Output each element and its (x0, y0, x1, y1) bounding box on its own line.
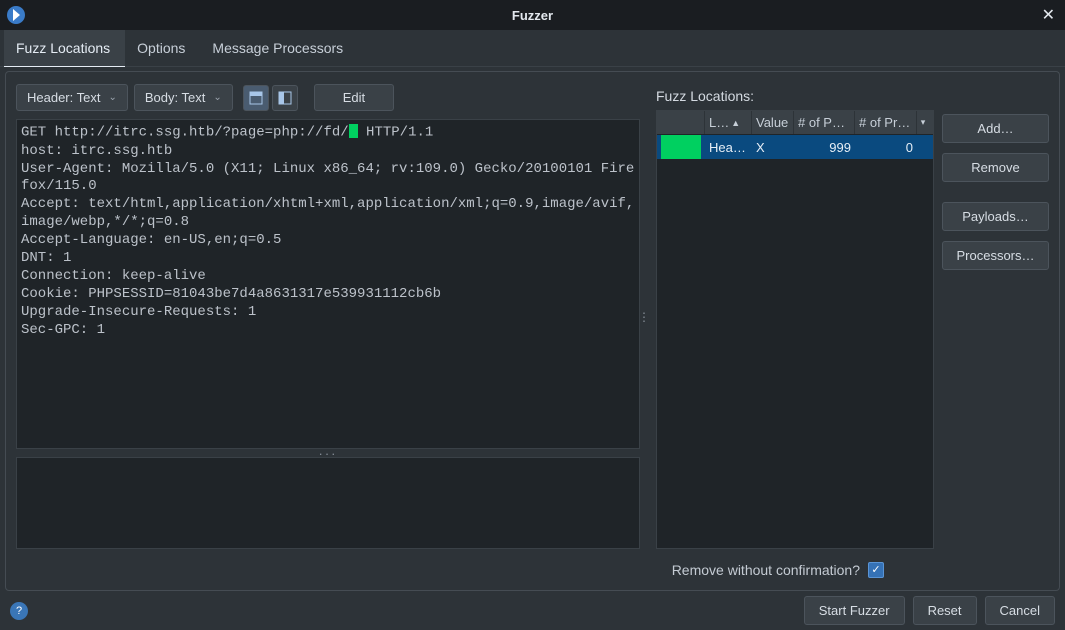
body-view-dropdown[interactable]: Body: Text ⌄ (134, 84, 233, 111)
tab-message-processors[interactable]: Message Processors (200, 30, 358, 66)
titlebar: Fuzzer ✕ (0, 0, 1065, 30)
col-processors[interactable]: # of Pr… (855, 111, 917, 134)
window-title: Fuzzer (0, 8, 1065, 23)
footer: ? Start Fuzzer Reset Cancel (0, 591, 1065, 630)
tab-bar: Fuzz Locations Options Message Processor… (0, 30, 1065, 67)
col-value[interactable]: Value (752, 111, 794, 134)
add-button[interactable]: Add… (942, 114, 1049, 143)
tab-options[interactable]: Options (125, 30, 200, 66)
remove-without-confirmation-row: Remove without confirmation? ✓ (672, 562, 884, 578)
request-after: HTTP/1.1 host: itrc.ssg.htb User-Agent: … (21, 125, 634, 338)
layout-toggle-group (243, 85, 298, 111)
request-textarea[interactable]: GET http://itrc.ssg.htb/?page=php://fd/ … (16, 119, 640, 449)
chevron-down-icon: ⌄ (213, 92, 221, 103)
row-loc: Hea… (705, 135, 752, 159)
left-panel: Header: Text ⌄ Body: Text ⌄ (16, 84, 640, 549)
chevron-down-icon: ⌄ (108, 92, 116, 103)
checkbox-row-wrap: Remove without confirmation? ✓ (5, 549, 1060, 591)
row-procs: 0 (855, 135, 917, 159)
table-menu-icon[interactable]: ▾ (917, 111, 929, 134)
fuzz-locations-column: Fuzz Locations: L… ▲ Value # of P… # of … (656, 84, 934, 549)
left-toolbar: Header: Text ⌄ Body: Text ⌄ (16, 84, 640, 111)
row-value: X (752, 135, 794, 159)
right-panel: Fuzz Locations: L… ▲ Value # of P… # of … (644, 84, 1049, 549)
cancel-button[interactable]: Cancel (985, 596, 1055, 625)
table-header: L… ▲ Value # of P… # of Pr… ▾ (657, 111, 933, 135)
remove-button[interactable]: Remove (942, 153, 1049, 182)
remove-without-confirmation-label: Remove without confirmation? (672, 562, 860, 578)
payloads-button[interactable]: Payloads… (942, 202, 1049, 231)
side-buttons: Add… Remove Payloads… Processors… (934, 84, 1049, 549)
table-row[interactable]: Hea… X 999 0 (657, 135, 933, 159)
request-before: GET http://itrc.ssg.htb/?page=php://fd/ (21, 125, 349, 141)
processors-button[interactable]: Processors… (942, 241, 1049, 270)
help-icon[interactable]: ? (10, 602, 28, 620)
start-fuzzer-button[interactable]: Start Fuzzer (804, 596, 905, 625)
col-color[interactable] (657, 111, 705, 134)
col-location[interactable]: L… ▲ (705, 111, 752, 134)
fuzz-locations-table[interactable]: L… ▲ Value # of P… # of Pr… ▾ Hea… X 999… (656, 110, 934, 549)
response-textarea[interactable] (16, 457, 640, 549)
fuzz-locations-label: Fuzz Locations: (656, 84, 934, 104)
header-view-label: Header: Text (27, 90, 100, 105)
horizontal-splitter[interactable] (16, 449, 640, 457)
main-panel: Header: Text ⌄ Body: Text ⌄ (5, 71, 1060, 549)
layout-vertical-button[interactable] (272, 85, 298, 111)
footer-buttons: Start Fuzzer Reset Cancel (804, 596, 1055, 625)
reset-button[interactable]: Reset (913, 596, 977, 625)
row-color-swatch (661, 135, 701, 159)
sort-asc-icon: ▲ (731, 118, 740, 128)
header-view-dropdown[interactable]: Header: Text ⌄ (16, 84, 128, 111)
remove-without-confirmation-checkbox[interactable]: ✓ (868, 562, 884, 578)
col-payloads[interactable]: # of P… (794, 111, 855, 134)
edit-button[interactable]: Edit (314, 84, 394, 111)
layout-horizontal-button[interactable] (243, 85, 269, 111)
fuzz-marker-icon (349, 124, 358, 138)
tab-fuzz-locations[interactable]: Fuzz Locations (4, 30, 125, 67)
body-view-label: Body: Text (145, 90, 205, 105)
row-payloads: 999 (794, 135, 855, 159)
app-icon (6, 5, 26, 25)
close-icon[interactable]: ✕ (1038, 5, 1059, 25)
